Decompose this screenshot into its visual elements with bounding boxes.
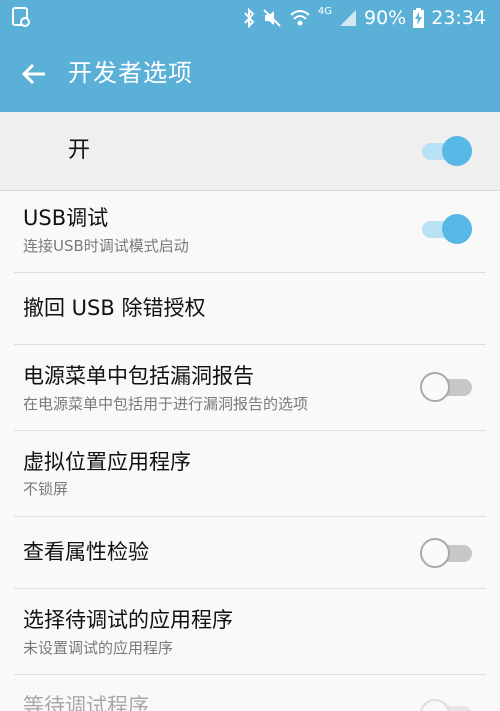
setting-mock-location-app[interactable]: 虚拟位置应用程序 不锁屏 xyxy=(0,431,500,515)
setting-revoke-usb-authorization[interactable]: 撤回 USB 除错授权 xyxy=(0,273,500,343)
status-bar: 4G 90% 23:34 xyxy=(0,0,500,36)
app-bar: 开发者选项 xyxy=(0,36,500,112)
setting-title: 查看属性检验 xyxy=(23,540,149,564)
setting-title: 选择待调试的应用程序 xyxy=(23,608,233,632)
setting-title: 等待调试程序 xyxy=(23,694,149,711)
setting-title: 虚拟位置应用程序 xyxy=(23,450,191,474)
wait-for-debugger-toggle xyxy=(420,697,476,711)
mute-icon xyxy=(263,9,281,27)
status-icons: 4G 90% 23:34 xyxy=(243,0,486,36)
setting-title: USB调试 xyxy=(23,206,109,230)
setting-view-attribute-inspection[interactable]: 查看属性检验 xyxy=(0,517,500,587)
clock: 23:34 xyxy=(431,7,486,29)
setting-title: 撤回 USB 除错授权 xyxy=(23,296,206,320)
master-switch-row[interactable]: 开 xyxy=(0,112,500,191)
setting-title: 电源菜单中包括漏洞报告 xyxy=(23,364,254,388)
master-toggle[interactable] xyxy=(420,134,476,168)
setting-subtitle: 未设置调试的应用程序 xyxy=(23,639,174,657)
setting-subtitle: 在电源菜单中包括用于进行漏洞报告的选项 xyxy=(23,395,309,413)
arrow-left-icon[interactable] xyxy=(20,60,48,88)
setting-subtitle: 连接USB时调试模式启动 xyxy=(23,237,189,255)
page-title: 开发者选项 xyxy=(68,59,193,87)
setting-subtitle: 不锁屏 xyxy=(23,480,69,498)
battery-charging-icon xyxy=(413,8,425,28)
attribute-inspection-toggle[interactable] xyxy=(420,536,476,570)
wifi-icon xyxy=(290,10,310,26)
battery-percent: 90% xyxy=(364,7,407,29)
setting-select-debug-app[interactable]: 选择待调试的应用程序 未设置调试的应用程序 xyxy=(0,589,500,673)
setting-usb-debugging[interactable]: USB调试 连接USB时调试模式启动 xyxy=(0,190,500,272)
signal-icon xyxy=(340,10,356,26)
screenshot-notification-icon xyxy=(12,7,30,27)
usb-debugging-toggle[interactable] xyxy=(420,212,476,246)
master-switch-label: 开 xyxy=(68,138,91,163)
setting-wait-for-debugger: 等待调试程序 xyxy=(0,675,500,711)
network-type: 4G xyxy=(317,6,332,17)
bluetooth-icon xyxy=(244,8,255,28)
bug-report-toggle[interactable] xyxy=(420,370,476,404)
setting-bug-report-shortcut[interactable]: 电源菜单中包括漏洞报告 在电源菜单中包括用于进行漏洞报告的选项 xyxy=(0,345,500,429)
